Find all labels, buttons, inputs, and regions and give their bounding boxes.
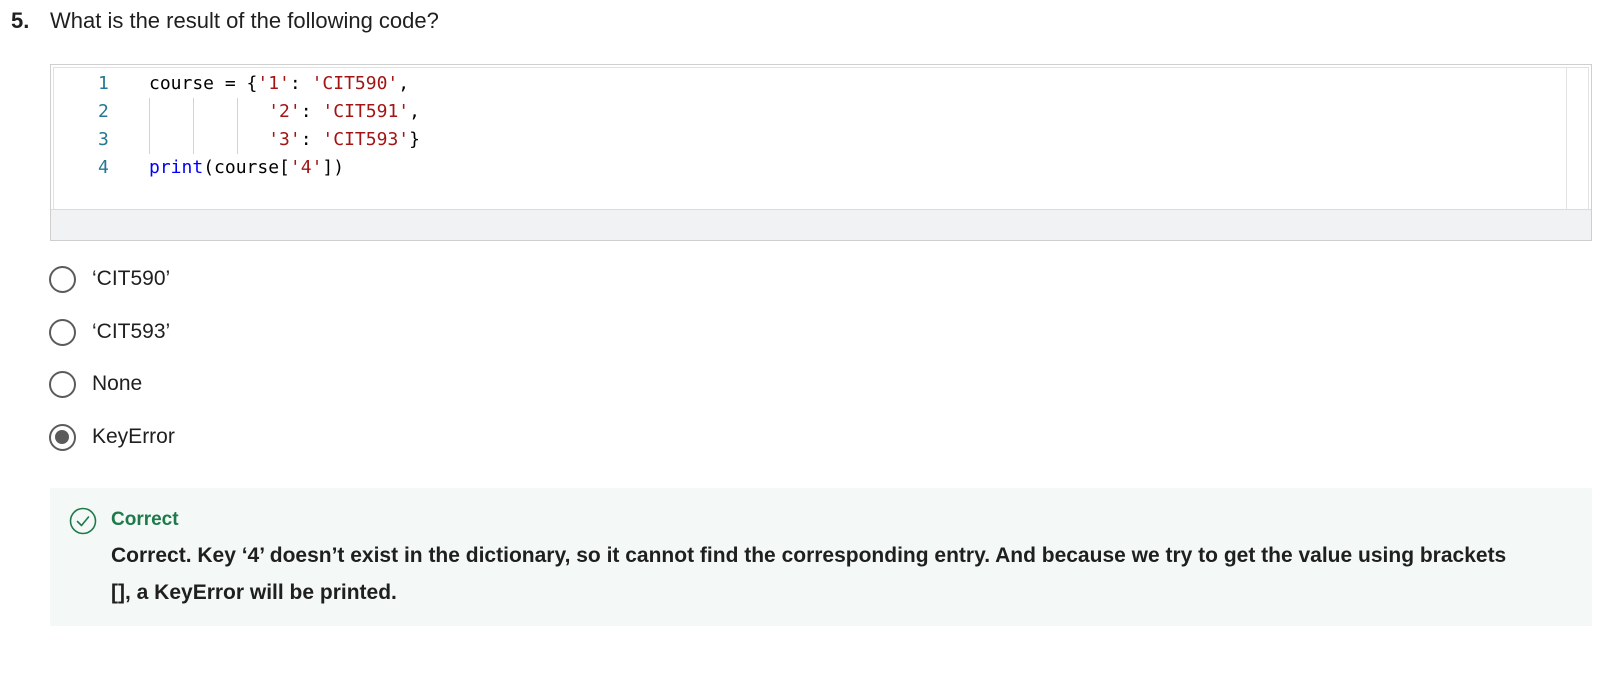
feedback-message: Correct. Key ‘4’ doesn’t exist in the di… [111,544,1507,604]
string-token: '1' [257,73,290,94]
code-token: ]) [322,157,345,178]
radio-button[interactable] [49,423,76,451]
radio-button[interactable] [49,318,76,346]
option-none[interactable]: None [49,368,142,400]
string-token: '4' [289,157,323,178]
quiz-question: 5. What is the result of the following c… [0,0,1606,675]
radio-button[interactable] [49,265,76,293]
check-circle-icon [69,507,97,535]
question-number: 5. [11,8,30,33]
question-header: 5. What is the result of the following c… [11,8,439,34]
feedback-status: Correct [111,509,179,530]
code-token: : [289,73,312,94]
option-label: ‘CIT593’ [92,320,171,343]
feedback-panel: Correct Correct. Key ‘4’ doesn’t exist i… [50,488,1592,626]
code-token: (course[ [203,157,290,178]
indent-guide [149,98,150,154]
code-token: : [300,101,323,122]
option-label: ‘CIT590’ [92,267,171,290]
line-number: 3 [98,129,109,150]
editor-footer [51,209,1591,240]
editor-scrollbar[interactable] [1566,68,1588,210]
option-label: KeyError [92,425,175,448]
line-number: 2 [98,101,109,122]
line-number: 1 [98,73,109,94]
line-number: 4 [98,157,109,178]
code-text: '2': 'CIT591', [149,98,420,126]
code-token: , [409,101,420,122]
code-editor[interactable]: 1 course = {'1': 'CIT590', 2 '2': 'CIT591'… [50,64,1592,241]
indent-guide [193,98,194,154]
indent-guide [237,98,238,154]
option-cit593[interactable]: ‘CIT593’ [49,316,170,348]
code-token: : [300,129,323,150]
option-cit590[interactable]: ‘CIT590’ [49,263,170,295]
code-text: course = {'1': 'CIT590', [149,70,409,98]
code-token: , [398,73,410,94]
code-editor-viewport[interactable]: 1 course = {'1': 'CIT590', 2 '2': 'CIT591'… [53,67,1589,211]
question-text: What is the result of the following code… [50,8,439,33]
option-label: None [92,372,143,395]
radio-button[interactable] [49,370,76,398]
string-token: '3' [268,129,301,150]
string-token: 'CIT590' [311,73,399,94]
string-token: 'CIT593' [322,129,410,150]
option-keyerror[interactable]: KeyError [49,421,175,453]
code-text: print(course['4']) [149,154,344,182]
function-token: print [149,157,204,178]
string-token: '2' [268,101,301,122]
code-token: course = { [149,73,258,94]
code-text: '3': 'CIT593'} [149,126,420,154]
string-token: 'CIT591' [322,101,410,122]
code-token: } [409,129,420,150]
